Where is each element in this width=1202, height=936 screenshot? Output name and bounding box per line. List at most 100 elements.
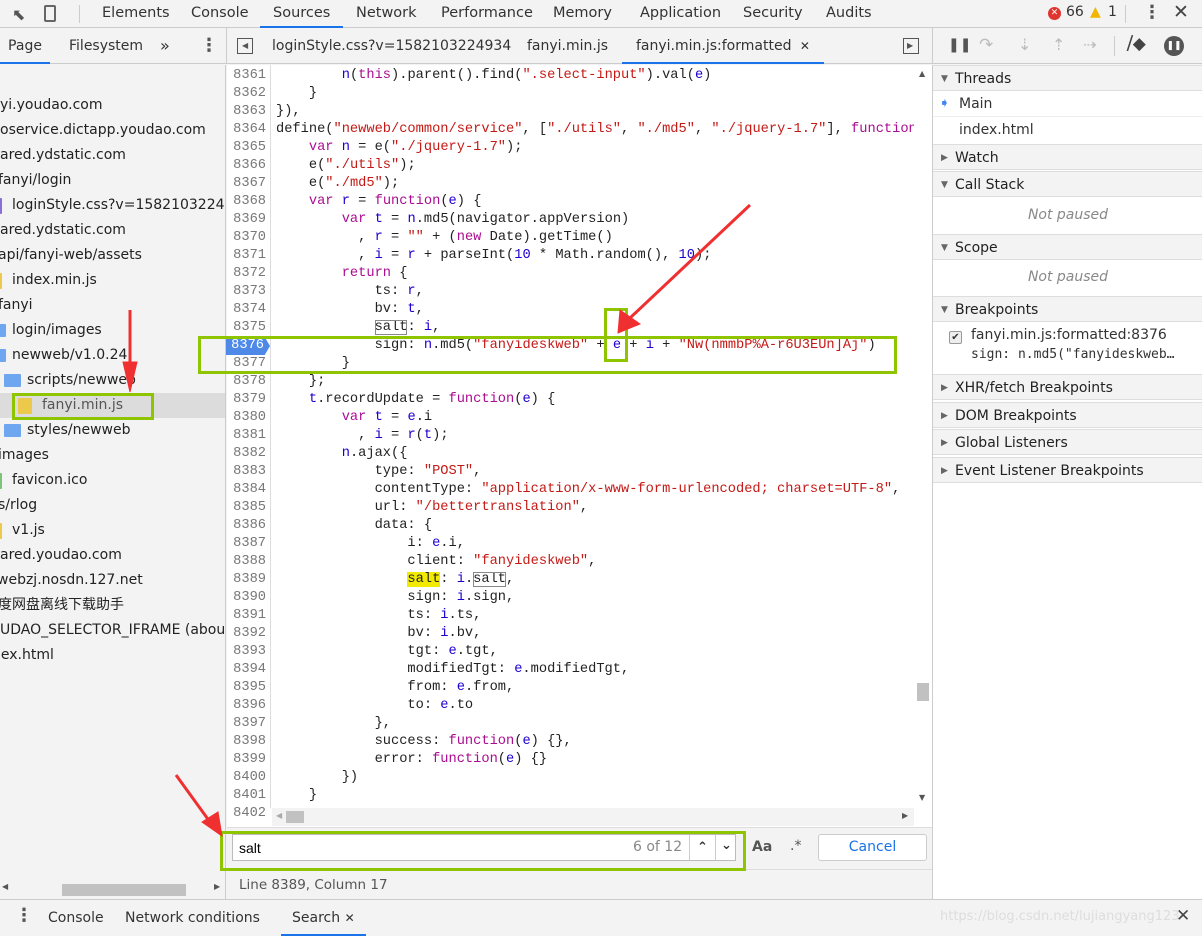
scope-header[interactable]: ▼ Scope (933, 234, 1202, 260)
tree-item[interactable]: scripts/newweb (0, 368, 225, 393)
code-line[interactable]: error: function(e) {} (276, 751, 548, 769)
code-line[interactable]: }; (276, 373, 325, 391)
line-number[interactable]: 8388 (222, 553, 266, 571)
code-line[interactable]: , i = r(t); (276, 427, 448, 445)
device-toolbar-icon[interactable] (44, 5, 56, 22)
code-line[interactable]: bv: t, (276, 301, 424, 319)
code-line[interactable]: type: "POST", (276, 463, 482, 481)
code-line[interactable]: var r = function(e) { (276, 193, 482, 211)
tree-item[interactable]: fanyi (0, 293, 225, 318)
tree-item[interactable]: yi.youdao.com (0, 93, 225, 118)
code-line[interactable]: ts: i.ts, (276, 607, 481, 625)
editor-hscrollbar[interactable]: ◀ ▶ (272, 808, 914, 826)
code-line[interactable]: url: "/bettertranslation", (276, 499, 589, 517)
section-header[interactable]: ▶ XHR/fetch Breakpoints (933, 374, 1202, 400)
line-number[interactable]: 8377 (222, 355, 266, 373)
scroll-up-icon[interactable]: ▲ (919, 69, 925, 78)
line-number[interactable]: 8381 (222, 427, 266, 445)
close-drawer-icon[interactable]: ✕ (1176, 906, 1190, 926)
drawer-menu-icon[interactable]: ⋮ (15, 905, 33, 926)
tree-item[interactable]: loginStyle.css?v=1582103224934 (0, 193, 225, 218)
tab-audits[interactable]: Audits (813, 0, 885, 28)
find-next-button[interactable]: ⌄ (715, 835, 737, 860)
more-tabs-icon[interactable]: » (160, 28, 170, 64)
breakpoint-marker[interactable]: 8376 (226, 337, 270, 355)
tree-item[interactable]: lex.html (0, 643, 225, 668)
code-line[interactable]: } (276, 787, 317, 805)
breakpoint-item[interactable]: ✔ fanyi.min.js:formatted:8376 sign: n.md… (933, 323, 1202, 377)
code-line[interactable]: to: e.to (276, 697, 473, 715)
section-header[interactable]: ▶ DOM Breakpoints (933, 401, 1202, 428)
error-icon[interactable]: ✕ (1048, 7, 1061, 20)
drawer-tab-search[interactable]: Search ✕ (281, 900, 366, 936)
line-number[interactable]: 8365 (222, 139, 266, 157)
line-number[interactable]: 8393 (222, 643, 266, 661)
tree-item[interactable]: newweb/v1.0.24 (0, 343, 225, 368)
cancel-button[interactable]: Cancel (818, 834, 927, 861)
code-line[interactable]: sign: n.md5("fanyideskweb" + e + i + "Nw… (276, 337, 876, 355)
code-line[interactable]: n(this).parent().find(".select-input").v… (276, 67, 712, 85)
step-icon[interactable]: ⇢ (1083, 35, 1096, 54)
line-number[interactable]: 8372 (222, 265, 266, 283)
tree-item[interactable]: ared.ydstatic.com (0, 143, 225, 168)
tree-item[interactable]: fanyi/login (0, 168, 225, 193)
tree-item[interactable]: UDAO_SELECTOR_IFRAME (about:blank) (0, 618, 225, 643)
tree-item[interactable]: login/images (0, 318, 225, 343)
line-number-gutter[interactable]: 8361 8362 8363 8364 8365 8366 8367 8368 8369 8370… (226, 65, 271, 821)
thread-index[interactable]: index.html (933, 117, 1202, 143)
line-number[interactable]: 8397 (222, 715, 266, 733)
tree-item[interactable]: index.min.js (0, 268, 225, 293)
toggle-navigator-icon[interactable]: ◀ (237, 38, 253, 54)
error-count[interactable]: 66 (1066, 4, 1084, 20)
code-line[interactable]: contentType: "application/x-www-form-url… (276, 481, 901, 499)
line-number[interactable]: 8383 (222, 463, 266, 481)
line-number[interactable]: 8373 (222, 283, 266, 301)
line-number[interactable]: 8375 (222, 319, 266, 337)
line-number[interactable]: 8371 (222, 247, 266, 265)
tree-item[interactable]: webzj.nosdn.127.net (0, 568, 225, 593)
scroll-right-icon[interactable]: ▶ (214, 882, 220, 891)
line-number[interactable]: 8394 (222, 661, 266, 679)
pause-icon[interactable]: ❚❚ (948, 37, 971, 53)
code-line[interactable]: define("newweb/common/service", ["./util… (276, 121, 917, 139)
code-line[interactable]: bv: i.bv, (276, 625, 481, 643)
line-number[interactable]: 8396 (222, 697, 266, 715)
toggle-debugger-icon[interactable]: ▶ (903, 38, 919, 54)
code-line[interactable]: e("./utils"); (276, 157, 416, 175)
code-line[interactable]: from: e.from, (276, 679, 514, 697)
tree-item[interactable]: ared.youdao.com (0, 543, 225, 568)
tab-security[interactable]: Security (730, 0, 816, 28)
code-line[interactable]: e("./md5"); (276, 175, 399, 193)
scroll-thumb[interactable] (62, 884, 186, 896)
line-number[interactable]: 8385 (222, 499, 266, 517)
code-line[interactable]: t.recordUpdate = function(e) { (276, 391, 555, 409)
tree-item[interactable]: oservice.dictapp.youdao.com (0, 118, 225, 143)
line-number[interactable]: 8370 (222, 229, 266, 247)
pause-on-exceptions-icon[interactable]: ❚❚ (1164, 36, 1184, 56)
code-line[interactable]: } (276, 85, 317, 103)
close-devtools-icon[interactable]: ✕ (1173, 1, 1189, 23)
code-line[interactable]: client: "fanyideskweb", (276, 553, 596, 571)
tree-item[interactable]: styles/newweb (0, 418, 225, 443)
tree-item[interactable]: api/fanyi-web/assets (0, 243, 225, 268)
tab-performance[interactable]: Performance (428, 0, 546, 28)
line-number[interactable]: 8367 (222, 175, 266, 193)
line-number[interactable]: 8374 (222, 301, 266, 319)
line-number[interactable]: 8398 (222, 733, 266, 751)
code-line[interactable]: , i = r + parseInt(10 * Math.random(), 1… (276, 247, 711, 265)
editor-tab-fanyi-formatted[interactable]: fanyi.min.js:formatted ✕ (622, 28, 824, 64)
tree-item[interactable]: ared.ydstatic.com (0, 218, 225, 243)
line-number[interactable]: 8401 (222, 787, 266, 805)
code-line[interactable]: ts: r, (276, 283, 424, 301)
tab-sources[interactable]: Sources (260, 0, 344, 28)
line-number[interactable]: 8362 (222, 85, 266, 103)
line-number[interactable]: 8368 (222, 193, 266, 211)
call-stack-header[interactable]: ▼ Call Stack (933, 171, 1202, 197)
code-line[interactable]: , r = "" + (new Date).getTime() (276, 229, 613, 247)
line-number[interactable]: 8382 (222, 445, 266, 463)
line-number[interactable]: 8366 (222, 157, 266, 175)
tab-filesystem[interactable]: Filesystem (69, 28, 143, 64)
breakpoint-checkbox[interactable]: ✔ (949, 331, 962, 344)
step-over-icon[interactable]: ↷ (979, 35, 993, 55)
inspect-element-icon[interactable]: ⬉ (12, 5, 30, 24)
